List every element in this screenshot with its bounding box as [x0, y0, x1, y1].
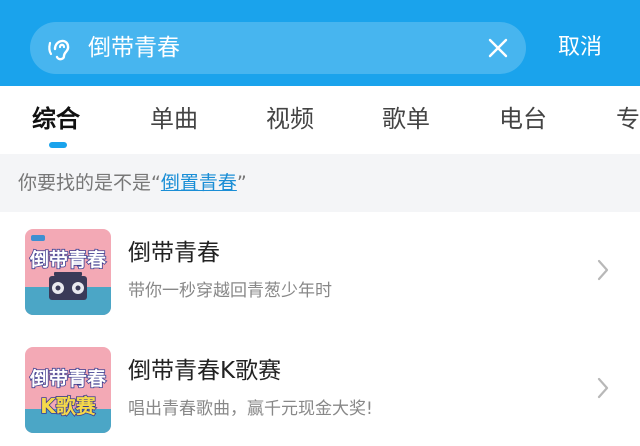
result-item[interactable]: 倒带青春 K歌赛 倒带青春K歌赛 唱出青春歌曲，赢千元现金大奖! [0, 330, 640, 446]
tab-albums[interactable]: 专 [616, 102, 640, 136]
result-title: 倒带青春K歌赛 [128, 358, 282, 384]
chevron-right-icon [597, 259, 609, 281]
tab-radio[interactable]: 电台 [499, 102, 547, 136]
cover-title-text: 倒带青春 [29, 367, 106, 390]
tab-songs[interactable]: 单曲 [150, 102, 198, 136]
close-icon[interactable] [486, 36, 510, 60]
result-cover: 倒带青春 K歌赛 [25, 347, 111, 433]
search-bar[interactable]: 倒带青春 [30, 22, 526, 74]
active-tab-indicator [49, 142, 67, 148]
tab-playlists[interactable]: 歌单 [382, 102, 430, 136]
suggestion-suffix: ” [236, 172, 247, 194]
search-input[interactable]: 倒带青春 [88, 31, 180, 65]
cancel-button[interactable]: 取消 [558, 31, 602, 65]
cover-title-text: 倒带青春 [29, 248, 106, 271]
result-subtitle: 唱出青春歌曲，赢千元现金大奖! [128, 399, 373, 419]
chevron-right-icon [597, 377, 609, 399]
voice-search-icon[interactable] [46, 33, 76, 63]
suggestion-prefix: 你要找的是不是“ [18, 172, 161, 194]
suggestion-text: 你要找的是不是“倒置青春” [18, 168, 247, 198]
search-header: 倒带青春 取消 [0, 0, 640, 86]
result-title: 倒带青春 [128, 240, 220, 266]
tab-all[interactable]: 综合 [32, 102, 80, 136]
suggestion-link[interactable]: 倒置青春 [161, 172, 237, 194]
result-item[interactable]: 倒带青春 倒带青春 带你一秒穿越回青葱少年时 [0, 212, 640, 328]
tab-videos[interactable]: 视频 [266, 102, 314, 136]
result-cover: 倒带青春 [25, 229, 111, 315]
result-subtitle: 带你一秒穿越回青葱少年时 [128, 281, 332, 301]
cover-subtitle-text: K歌赛 [40, 394, 96, 418]
suggestion-bar: 你要找的是不是“倒置青春” [0, 154, 640, 212]
result-tabs: 综合 单曲 视频 歌单 电台 专 [0, 86, 640, 154]
